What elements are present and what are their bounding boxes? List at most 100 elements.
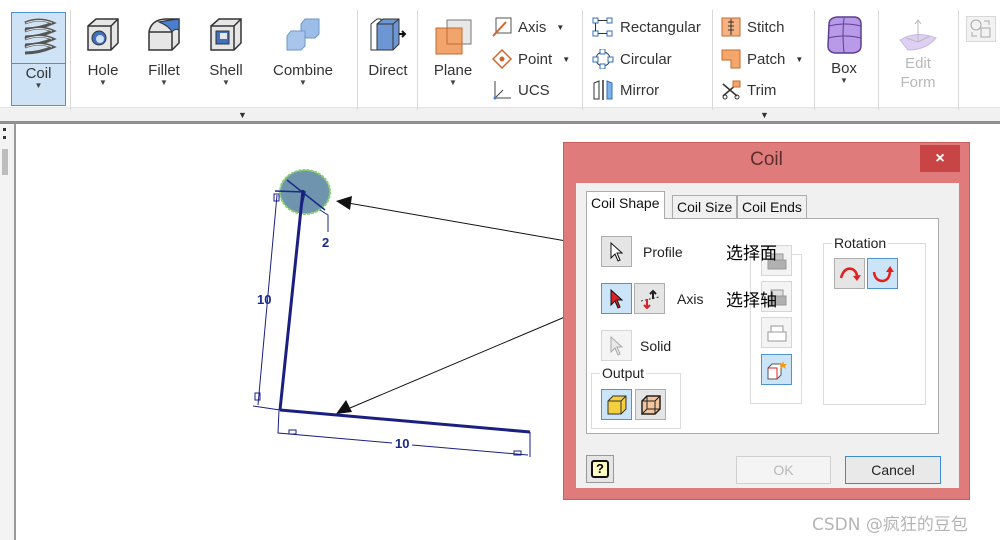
patch-button[interactable]: Patch ▼	[721, 48, 803, 70]
ucs-icon	[493, 81, 511, 100]
operation-group	[750, 245, 802, 404]
dialog-title: Coil	[750, 149, 783, 170]
dim-horizontal[interactable]: 10	[395, 436, 409, 451]
ucs-button[interactable]: UCS	[492, 79, 550, 101]
arrow-head-icon	[336, 400, 352, 414]
axis-button[interactable]: Axis ▼	[492, 16, 564, 38]
cancel-button[interactable]: Cancel	[845, 456, 941, 484]
close-button[interactable]: ×	[920, 145, 960, 172]
plane-icon	[435, 19, 472, 55]
axis-line-vertical[interactable]	[278, 189, 305, 411]
patch-icon	[721, 49, 741, 69]
axis-line-horizontal[interactable]	[279, 408, 531, 434]
rotation-clockwise-button[interactable]	[834, 258, 865, 289]
shell-label: Shell	[209, 62, 243, 79]
watermark: CSDN @疯狂的豆包	[812, 515, 968, 535]
plane-button[interactable]: Plane ▼	[430, 16, 476, 87]
patch-label: Patch	[747, 50, 786, 68]
stitch-button[interactable]: Stitch	[721, 16, 785, 38]
profile-select-button[interactable]	[601, 236, 632, 267]
tab-coil-ends[interactable]: Coil Ends	[737, 195, 807, 219]
trim-button[interactable]: Trim	[721, 79, 776, 101]
dialog-body: Coil Shape Coil Size Coil Ends Profile A…	[576, 183, 959, 488]
ok-label: OK	[773, 462, 794, 478]
axis-label: Axis	[677, 291, 704, 307]
point-button[interactable]: Point ▼	[492, 48, 570, 70]
shell-button[interactable]: Shell ▼	[205, 16, 247, 87]
coil-dialog: Coil × Coil Shape Coil Size Coil Ends Pr…	[563, 142, 970, 500]
coil-label: Coil	[25, 65, 52, 82]
trim-icon	[722, 80, 741, 100]
dim-diameter[interactable]: 2	[322, 235, 329, 250]
direct-label: Direct	[368, 62, 408, 79]
convert-to-freeform-button[interactable]	[966, 16, 996, 42]
annotation-select-face: 选择面	[726, 244, 777, 264]
chevron-down-icon: ▼	[299, 78, 307, 87]
tab-coil-size[interactable]: Coil Size	[672, 195, 738, 219]
panel-expand-icon[interactable]: ▼	[238, 110, 247, 120]
convert-icon	[970, 19, 991, 38]
cursor-arrow-icon	[610, 288, 623, 309]
chevron-down-icon: ▼	[840, 76, 848, 85]
tab-coil-shape[interactable]: Coil Shape	[586, 191, 665, 219]
edit-form-label-line2: Form	[900, 74, 936, 91]
rectangular-label: Rectangular	[620, 18, 701, 36]
output-solid-button[interactable]	[601, 389, 632, 420]
chevron-down-icon: ▼	[562, 54, 571, 64]
mirror-button[interactable]: Mirror	[592, 79, 659, 101]
help-button[interactable]: ?	[586, 455, 614, 483]
arrow-head-icon	[336, 196, 352, 210]
new-solid-icon	[767, 360, 787, 379]
stitch-icon	[721, 17, 741, 37]
combine-button[interactable]: Combine ▼	[268, 16, 338, 87]
mirror-label: Mirror	[620, 81, 660, 99]
hole-label: Hole	[87, 62, 119, 79]
trim-label: Trim	[747, 81, 777, 99]
rotation-label: Rotation	[832, 235, 889, 251]
rotation-counterclockwise-button[interactable]	[867, 258, 898, 289]
ribbon-toolbar: Coil ▼ Hole ▼ Fillet ▼ Shell ▼ Combine ▼…	[0, 0, 1000, 124]
freeform-box-icon	[827, 16, 862, 54]
chevron-down-icon: ▼	[795, 54, 804, 64]
intersect-icon	[767, 325, 786, 341]
chevron-down-icon: ▼	[99, 78, 107, 87]
shell-icon	[210, 18, 242, 51]
coil-button[interactable]: Coil ▼	[11, 12, 66, 106]
fillet-icon	[148, 18, 180, 51]
dim-vertical[interactable]: 10	[257, 292, 271, 307]
circular-pattern-icon	[592, 49, 614, 69]
combine-icon	[286, 18, 320, 51]
new-solid-button[interactable]	[761, 354, 792, 385]
tab-label: Coil Shape	[591, 195, 660, 211]
coil-spring-icon	[23, 18, 57, 55]
solid-select-button[interactable]	[601, 330, 632, 361]
scrollbar-thumb[interactable]	[2, 149, 8, 175]
output-surface-button[interactable]	[635, 389, 666, 420]
chevron-down-icon: ▼	[556, 22, 565, 32]
point-label: Point	[518, 50, 553, 68]
hole-icon	[87, 18, 119, 51]
intersect-button[interactable]	[761, 317, 792, 348]
solid-label: Solid	[640, 338, 672, 354]
cursor-arrow-icon	[610, 241, 623, 262]
output-label: Output	[600, 365, 647, 381]
chevron-down-icon: ▼	[160, 78, 168, 87]
circular-pattern-button[interactable]: Circular	[592, 48, 672, 70]
ok-button[interactable]: OK	[736, 456, 831, 484]
rectangular-pattern-button[interactable]: Rectangular	[592, 16, 701, 38]
panel-expand-icon[interactable]: ▼	[760, 110, 769, 120]
fillet-button[interactable]: Fillet ▼	[143, 16, 185, 87]
chevron-down-icon: ▼	[222, 78, 230, 87]
close-icon: ×	[935, 150, 945, 167]
rotate-cw-icon	[839, 266, 861, 281]
edit-form-icon	[899, 19, 937, 51]
flip-axis-button[interactable]	[634, 283, 665, 314]
edit-form-button[interactable]: Edit Form	[890, 16, 946, 92]
direct-button[interactable]: Direct	[364, 16, 412, 79]
stitch-label: Stitch	[747, 18, 785, 36]
tab-label: Coil Ends	[742, 199, 802, 215]
chevron-down-icon: ▼	[449, 78, 457, 87]
hole-button[interactable]: Hole ▼	[82, 16, 124, 87]
axis-select-button[interactable]	[601, 283, 632, 314]
freeform-box-button[interactable]: Box ▼	[820, 14, 868, 85]
